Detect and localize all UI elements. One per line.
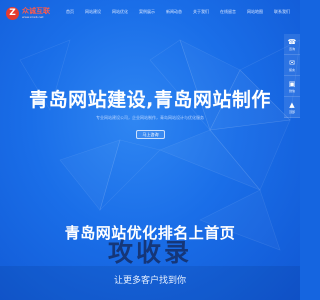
logo-tagline: www.zcwb.net <box>22 15 44 19</box>
top-navigation: Z 众诚互联 www.zcwb.net 首页 网站建设 网站优化 案例展示 新闻… <box>0 0 300 26</box>
main-menu: 首页 网站建设 网站优化 案例展示 新闻动态 关于我们 在线留言 网站地图 联系… <box>66 9 301 15</box>
nav-item-cases[interactable]: 案例展示 <box>139 9 155 15</box>
nav-item-sitemap[interactable]: 网站地图 <box>247 9 263 15</box>
nav-item-message[interactable]: 在线留言 <box>220 9 236 15</box>
nav-item-contact[interactable]: 联系我们 <box>274 9 290 15</box>
sidebar-label: 咨询 <box>288 46 295 51</box>
consult-now-button[interactable]: 马上咨询 <box>136 130 165 139</box>
nav-item-about[interactable]: 关于我们 <box>193 9 209 15</box>
sidebar-consult-button[interactable]: ☎ 咨询 <box>284 34 300 55</box>
qrcode-icon: ▣ <box>288 79 296 88</box>
watermark-overlay: 攻收录 <box>107 238 192 267</box>
nav-item-home[interactable]: 首页 <box>66 9 74 15</box>
hero-subtitle: 专业网站建设公司，企业网站制作，青岛网站设计与优化服务 <box>96 115 204 120</box>
hero-title: 青岛网站建设,青岛网站制作 <box>29 89 271 111</box>
section2-subtext: 让更多客户找到你 <box>113 276 186 286</box>
site-logo[interactable]: Z 众诚互联 www.zcwb.net <box>6 3 50 23</box>
logo-name: 众诚互联 <box>22 7 50 15</box>
phone-icon: ☎ <box>287 37 297 46</box>
nav-item-seo[interactable]: 网站优化 <box>112 9 128 15</box>
nav-item-website-build[interactable]: 网站建设 <box>85 9 101 15</box>
sidebar-message-button[interactable]: ✉ 留言 <box>284 55 300 76</box>
logo-text: 众诚互联 www.zcwb.net <box>22 7 50 19</box>
sidebar-label: 留言 <box>288 67 295 72</box>
logo-mark-icon: Z <box>6 6 19 20</box>
nav-item-news[interactable]: 新闻动态 <box>166 9 182 15</box>
mail-icon: ✉ <box>289 58 295 67</box>
